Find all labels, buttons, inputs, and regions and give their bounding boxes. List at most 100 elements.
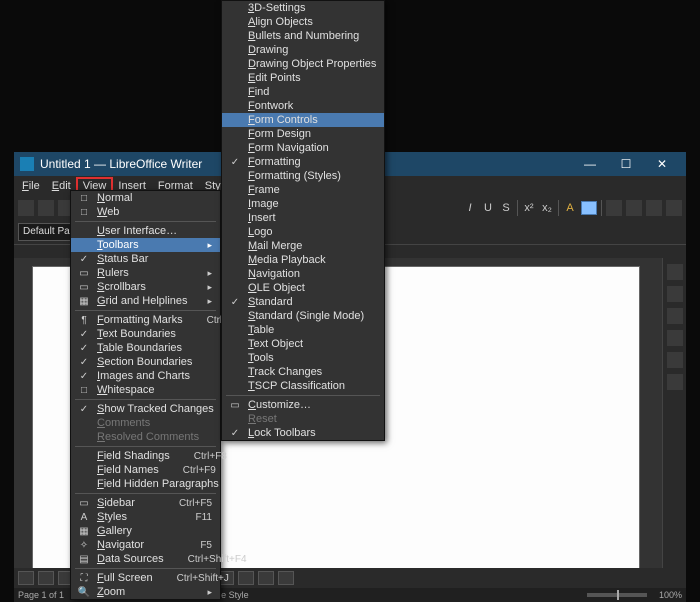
align-justify-button[interactable]	[666, 200, 682, 216]
toolbar-button[interactable]	[18, 200, 34, 216]
menu-item-label: Logo	[248, 226, 376, 238]
sidebar-navigator-icon[interactable]	[667, 330, 683, 346]
view-menu-item-field-names[interactable]: Field NamesCtrl+F9	[71, 463, 220, 477]
toolbars-menu-item-3d-settings[interactable]: 3D-Settings	[222, 1, 384, 15]
view-menu-item-field-shadings[interactable]: Field ShadingsCtrl+F8	[71, 449, 220, 463]
view-menu-item-full-screen[interactable]: ⛶Full ScreenCtrl+Shift+J	[71, 571, 220, 585]
superscript-button[interactable]: x²	[522, 201, 536, 215]
menu-item-label: Edit Points	[248, 72, 376, 84]
view-menu-item-section-boundaries[interactable]: ✓Section Boundaries	[71, 355, 220, 369]
view-menu-item-table-boundaries[interactable]: ✓Table Boundaries	[71, 341, 220, 355]
toolbars-menu-item-standard[interactable]: ✓Standard	[222, 295, 384, 309]
menu-item-label: Status Bar	[97, 253, 212, 265]
view-menu-item-images-and-charts[interactable]: ✓Images and Charts	[71, 369, 220, 383]
toolbars-menu-item-bullets-and-numbering[interactable]: Bullets and Numbering	[222, 29, 384, 43]
toolbars-menu-item-logo[interactable]: Logo	[222, 225, 384, 239]
view-menu-item-scrollbars[interactable]: ▭Scrollbars▸	[71, 280, 220, 294]
view-menu-item-sidebar[interactable]: ▭SidebarCtrl+F5	[71, 496, 220, 510]
view-menu-item-zoom[interactable]: 🔍Zoom▸	[71, 585, 220, 599]
toolbars-menu-item-image[interactable]: Image	[222, 197, 384, 211]
toolbars-menu-item-ole-object[interactable]: OLE Object	[222, 281, 384, 295]
status-page[interactable]: Page 1 of 1	[18, 590, 64, 600]
toolbars-menu-item-tscp-classification[interactable]: TSCP Classification	[222, 379, 384, 393]
strike-button[interactable]: S	[499, 201, 513, 215]
align-right-button[interactable]	[646, 200, 662, 216]
toolbars-menu-item-separator	[226, 395, 380, 396]
toolbars-menu-item-navigation[interactable]: Navigation	[222, 267, 384, 281]
sidebar-inspector-icon[interactable]	[667, 374, 683, 390]
view-menu-item-status-bar[interactable]: ✓Status Bar	[71, 252, 220, 266]
view-menu-item-data-sources[interactable]: ▤Data SourcesCtrl+Shift+F4	[71, 552, 220, 566]
menu-item-label: Standard	[248, 296, 376, 308]
menu-file[interactable]: File	[16, 178, 46, 194]
status-zoom[interactable]: 100%	[659, 590, 682, 600]
sidebar-styles-icon[interactable]	[667, 286, 683, 302]
toolbars-menu-item-drawing[interactable]: Drawing	[222, 43, 384, 57]
toolbars-menu-item-tools[interactable]: Tools	[222, 351, 384, 365]
toolbars-menu-item-form-navigation[interactable]: Form Navigation	[222, 141, 384, 155]
bottom-tool[interactable]	[278, 571, 294, 585]
toolbars-menu-item-formatting[interactable]: ✓Formatting	[222, 155, 384, 169]
view-menu-item-user-interface[interactable]: User Interface…	[71, 224, 220, 238]
view-menu-item-field-hidden-paragraphs[interactable]: Field Hidden Paragraphs	[71, 477, 220, 491]
font-color-button[interactable]: A	[563, 201, 577, 215]
menu-icon: ¶	[75, 315, 93, 326]
align-center-button[interactable]	[626, 200, 642, 216]
sidebar-gallery-icon[interactable]	[667, 308, 683, 324]
menu-item-accel: Ctrl+F8	[194, 451, 227, 462]
underline-button[interactable]: U	[481, 201, 495, 215]
toolbars-menu-item-fontwork[interactable]: Fontwork	[222, 99, 384, 113]
align-left-button[interactable]	[606, 200, 622, 216]
toolbars-menu-item-align-objects[interactable]: Align Objects	[222, 15, 384, 29]
toolbars-menu-item-media-playback[interactable]: Media Playback	[222, 253, 384, 267]
toolbars-menu-item-track-changes[interactable]: Track Changes	[222, 365, 384, 379]
highlight-button[interactable]	[581, 201, 597, 215]
view-menu-item-styles[interactable]: AStylesF11	[71, 510, 220, 524]
toolbars-menu-item-find[interactable]: Find	[222, 85, 384, 99]
view-menu-item-toolbars[interactable]: Toolbars▸	[71, 238, 220, 252]
toolbars-menu-item-table[interactable]: Table	[222, 323, 384, 337]
toolbars-menu-item-edit-points[interactable]: Edit Points	[222, 71, 384, 85]
view-menu-item-text-boundaries[interactable]: ✓Text Boundaries	[71, 327, 220, 341]
sidebar-page-icon[interactable]	[667, 352, 683, 368]
bold-button[interactable]: I	[463, 201, 477, 215]
view-menu-item-whitespace[interactable]: □Whitespace	[71, 383, 220, 397]
toolbars-menu-item-frame[interactable]: Frame	[222, 183, 384, 197]
sidebar-properties-icon[interactable]	[667, 264, 683, 280]
toolbars-menu-item-lock-toolbars[interactable]: ✓Lock Toolbars	[222, 426, 384, 440]
close-button[interactable]: ✕	[644, 157, 680, 171]
view-menu-item-grid-and-helplines[interactable]: ▦Grid and Helplines▸	[71, 294, 220, 308]
toolbars-menu-item-drawing-object-properties[interactable]: Drawing Object Properties	[222, 57, 384, 71]
toolbars-menu-item-text-object[interactable]: Text Object	[222, 337, 384, 351]
view-menu-item-formatting-marks[interactable]: ¶Formatting MarksCtrl+F10	[71, 313, 220, 327]
view-menu-item-web[interactable]: □Web	[71, 205, 220, 219]
toolbars-menu-item-customize[interactable]: ▭Customize…	[222, 398, 384, 412]
view-menu: □Normal□Web User Interface…Toolbars▸✓Stat…	[70, 190, 221, 600]
menu-item-label: Rulers	[97, 267, 189, 279]
view-menu-item-separator	[75, 310, 216, 311]
minimize-button[interactable]: —	[572, 157, 608, 171]
maximize-button[interactable]: ☐	[608, 157, 644, 171]
toolbars-menu-item-standard-single-mode[interactable]: Standard (Single Mode)	[222, 309, 384, 323]
submenu-arrow-icon: ▸	[207, 268, 212, 279]
menu-icon: ▦	[75, 296, 93, 307]
menu-item-label: Standard (Single Mode)	[248, 310, 376, 322]
submenu-arrow-icon: ▸	[207, 296, 212, 307]
bottom-tool[interactable]	[38, 571, 54, 585]
view-menu-item-gallery[interactable]: ▦Gallery	[71, 524, 220, 538]
toolbars-menu-item-mail-merge[interactable]: Mail Merge	[222, 239, 384, 253]
toolbars-menu-item-formatting-styles[interactable]: Formatting (Styles)	[222, 169, 384, 183]
bottom-tool[interactable]	[258, 571, 274, 585]
view-menu-item-rulers[interactable]: ▭Rulers▸	[71, 266, 220, 280]
toolbars-menu-item-form-controls[interactable]: Form Controls	[222, 113, 384, 127]
zoom-slider[interactable]	[587, 593, 647, 597]
toolbars-menu-item-form-design[interactable]: Form Design	[222, 127, 384, 141]
view-menu-item-navigator[interactable]: ✧NavigatorF5	[71, 538, 220, 552]
toolbar-button[interactable]	[38, 200, 54, 216]
view-menu-item-show-tracked-changes[interactable]: ✓Show Tracked Changes	[71, 402, 220, 416]
view-menu-item-normal[interactable]: □Normal	[71, 191, 220, 205]
bottom-tool[interactable]	[238, 571, 254, 585]
subscript-button[interactable]: x₂	[540, 201, 554, 215]
bottom-tool[interactable]	[18, 571, 34, 585]
toolbars-menu-item-insert[interactable]: Insert	[222, 211, 384, 225]
